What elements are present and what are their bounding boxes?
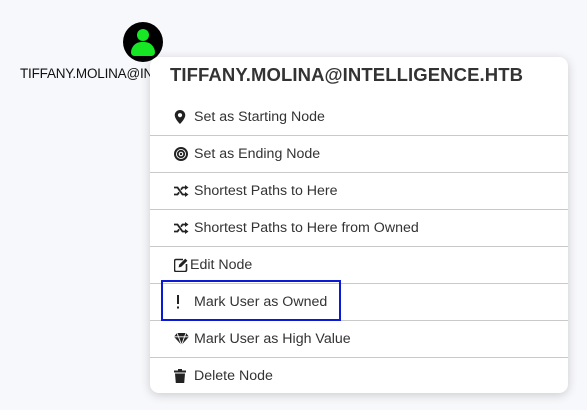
exclamation-icon (174, 294, 194, 310)
menu-item-delete-node[interactable]: Delete Node (150, 357, 568, 393)
menu-item-shortest-paths-to-here[interactable]: Shortest Paths to Here (150, 172, 568, 209)
menu-item-label: Edit Node (190, 257, 253, 273)
bullseye-icon (174, 146, 194, 162)
menu-item-set-ending-node[interactable]: Set as Ending Node (150, 135, 568, 172)
random-icon (174, 220, 194, 236)
menu-item-label: Shortest Paths to Here (194, 183, 338, 199)
user-node-icon[interactable] (123, 22, 163, 62)
menu-item-shortest-paths-from-owned[interactable]: Shortest Paths to Here from Owned (150, 209, 568, 246)
menu-title: TIFFANY.MOLINA@INTELLIGENCE.HTB (170, 64, 524, 85)
menu-item-label: Delete Node (194, 368, 273, 384)
edit-icon (174, 257, 190, 273)
menu-item-set-starting-node[interactable]: Set as Starting Node (150, 99, 568, 135)
menu-item-label: Mark User as High Value (194, 331, 351, 347)
menu-item-label: Set as Starting Node (194, 109, 325, 125)
menu-item-label: Shortest Paths to Here from Owned (194, 220, 419, 236)
menu-list: Set as Starting Node Set as Ending Node … (150, 99, 568, 393)
user-icon-head (137, 29, 149, 41)
gem-icon (174, 331, 194, 347)
map-marker-icon (174, 109, 194, 125)
trash-icon (174, 368, 194, 384)
menu-item-mark-user-owned[interactable]: Mark User as Owned (150, 283, 568, 320)
context-menu: TIFFANY.MOLINA@INTELLIGENCE.HTB Set as S… (150, 57, 568, 393)
user-icon-body (131, 42, 155, 56)
menu-item-label: Set as Ending Node (194, 146, 321, 162)
menu-item-label: Mark User as Owned (194, 294, 328, 310)
menu-item-edit-node[interactable]: Edit Node (150, 246, 568, 283)
menu-item-mark-high-value[interactable]: Mark User as High Value (150, 320, 568, 357)
random-icon (174, 183, 194, 199)
